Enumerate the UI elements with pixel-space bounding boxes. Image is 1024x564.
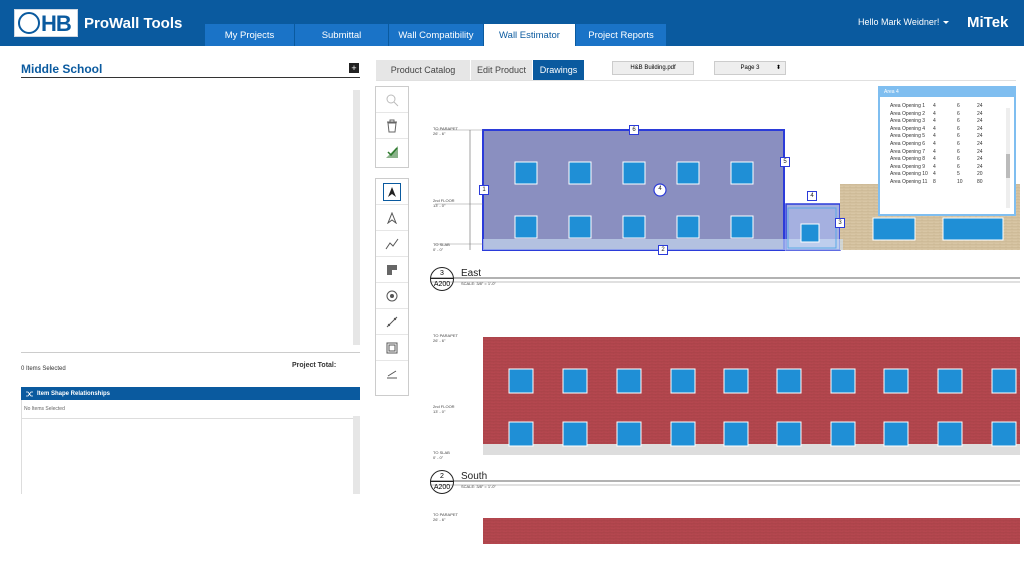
- relationships-header[interactable]: Item Shape Relationships: [21, 387, 360, 400]
- relationships-scrollbar[interactable]: [353, 416, 360, 494]
- approve-button[interactable]: [376, 139, 408, 165]
- zoom-icon: [386, 94, 399, 106]
- measure-icon: [386, 316, 398, 327]
- hb-logo: HB: [14, 9, 78, 37]
- toolbar-drawing-tools: [375, 178, 409, 396]
- edge-tag[interactable]: 3: [835, 218, 845, 228]
- divider: [21, 352, 360, 353]
- popup-row: Area Opening 2 4 6 24: [890, 110, 983, 117]
- frame-icon: [386, 342, 398, 353]
- nav-tab-wall-compatibility[interactable]: Wall Compatibility: [389, 24, 483, 46]
- edge-tag[interactable]: 6: [629, 125, 639, 135]
- level-floor2: 2nd FLOOR 13' - 0": [433, 198, 455, 208]
- popup-row: Area Opening 6 4 6 24: [890, 140, 983, 147]
- shape-tool[interactable]: [376, 257, 408, 283]
- level-parapet: TO PARAPET 26' - 6": [433, 126, 458, 136]
- elevation-scale: SCALE: 3/8" = 1'-0": [461, 484, 496, 489]
- nav-tab-my-projects[interactable]: My Projects: [205, 24, 294, 46]
- level-slab: TO SLAB 0' - 0": [433, 450, 450, 460]
- popup-row: Area Opening 7 4 6 24: [890, 148, 983, 155]
- edge-tag[interactable]: 1: [479, 185, 489, 195]
- popup-row: Area Opening 8 4 6 24: [890, 156, 983, 163]
- elevation-title: South: [461, 471, 488, 482]
- area-details-popup[interactable]: Area 4 Area Opening 1 4 6 24 Area Opening 24…: [878, 86, 1016, 216]
- popup-row: Area Opening 4 4 6 24: [890, 125, 983, 132]
- mitek-logo: MiTek: [967, 14, 1009, 31]
- popup-row: Area Opening 5 4 6 24: [890, 133, 983, 140]
- line-tool[interactable]: [376, 231, 408, 257]
- text-tool-icon: [387, 211, 397, 224]
- elevation-marker: 2 A200: [430, 470, 454, 494]
- relationships-empty: No Items Selected: [22, 400, 360, 419]
- item-list-scrollbar[interactable]: [353, 90, 360, 345]
- popup-row: Area Opening 1 4 6 24: [890, 103, 983, 109]
- user-greeting: Hello Mark Weidner!: [858, 17, 940, 27]
- nav-tab-submittal[interactable]: Submittal: [295, 24, 388, 46]
- calibrate-tool[interactable]: [376, 361, 408, 387]
- level-parapet: TO PARAPET 26' - 6": [433, 512, 458, 522]
- popup-row: Area Opening 9 4 6 24: [890, 163, 983, 170]
- text-tool[interactable]: [376, 205, 408, 231]
- edge-tag[interactable]: 2: [658, 245, 668, 255]
- spinner-icon: ⬍: [775, 65, 781, 71]
- frame-tool[interactable]: [376, 335, 408, 361]
- relationships-title: Item Shape Relationships: [37, 390, 111, 397]
- level-slab: TO SLAB 0' - 0": [433, 242, 450, 252]
- calibrate-icon: [387, 370, 397, 379]
- pointer-icon: [388, 186, 396, 197]
- level-parapet: TO PARAPET 26' - 6": [433, 333, 458, 343]
- tab-drawings[interactable]: Drawings: [533, 60, 585, 80]
- popup-rows: Area Opening 1 4 6 24 Area Opening 2 4 6 24 Area…: [880, 103, 1014, 187]
- window: [942, 217, 1004, 241]
- toolbar-actions: [375, 86, 409, 168]
- elevation-scale: SCALE: 3/8" = 1'-0": [461, 281, 496, 286]
- popup-row: Area Opening 3 4 6 24: [890, 118, 983, 125]
- level-floor2: 2nd FLOOR 13' - 0": [433, 404, 455, 414]
- next-wall[interactable]: [483, 518, 1020, 544]
- user-menu[interactable]: Hello Mark Weidner!: [858, 17, 950, 27]
- project-title: Middle School: [21, 62, 103, 76]
- popup-title: Area 4: [880, 88, 1014, 97]
- divider: [21, 77, 360, 78]
- nav-tab-wall-estimator[interactable]: Wall Estimator: [484, 24, 575, 46]
- relationships-panel: No Items Selected: [21, 400, 360, 494]
- select-tool[interactable]: [376, 179, 408, 205]
- page-select[interactable]: Page 3 ⬍: [714, 61, 786, 75]
- shape-tool-icon: [387, 264, 397, 275]
- main-nav: My Projects Submittal Wall Compatibility…: [205, 24, 666, 46]
- popup-row: Area Opening 11 8 10 80: [890, 178, 983, 185]
- point-tool[interactable]: [376, 283, 408, 309]
- window: [872, 217, 916, 241]
- pdf-file-button[interactable]: H&B Building.pdf: [612, 61, 694, 75]
- caret-down-icon: [943, 21, 950, 25]
- project-total-label: Project Total:: [292, 362, 337, 369]
- elevation-marker: 3 A200: [430, 267, 454, 291]
- items-selected-count: 0 Items Selected: [21, 366, 66, 372]
- editor-tabs: Product Catalog Edit Product Drawings: [376, 60, 585, 80]
- popup-row: Area Opening 10 4 5 20: [890, 171, 983, 178]
- popup-scrollbar[interactable]: [1006, 108, 1010, 208]
- globe-icon: [18, 12, 40, 34]
- measure-tool[interactable]: [376, 309, 408, 335]
- divider: [376, 80, 1016, 81]
- check-icon: [386, 146, 398, 158]
- tab-product-catalog[interactable]: Product Catalog: [376, 60, 471, 80]
- trash-icon: [387, 119, 397, 132]
- delete-button[interactable]: [376, 113, 408, 139]
- plus-icon[interactable]: +: [349, 63, 359, 73]
- zoom-button[interactable]: [376, 87, 408, 113]
- nav-tab-project-reports[interactable]: Project Reports: [576, 24, 666, 46]
- edge-tag[interactable]: 5: [780, 157, 790, 167]
- edge-tag[interactable]: 4: [807, 191, 817, 201]
- target-icon: [386, 290, 398, 301]
- elevation-title: East: [461, 268, 482, 279]
- relationship-icon: [26, 391, 33, 396]
- area-tag: 4: [658, 186, 662, 192]
- line-tool-icon: [385, 238, 399, 249]
- top-bar: HB ProWall Tools My Projects Submittal W…: [0, 0, 1024, 46]
- tab-edit-product[interactable]: Edit Product: [471, 60, 533, 80]
- page-select-value: Page 3: [740, 65, 760, 71]
- app-title: ProWall Tools: [84, 15, 183, 32]
